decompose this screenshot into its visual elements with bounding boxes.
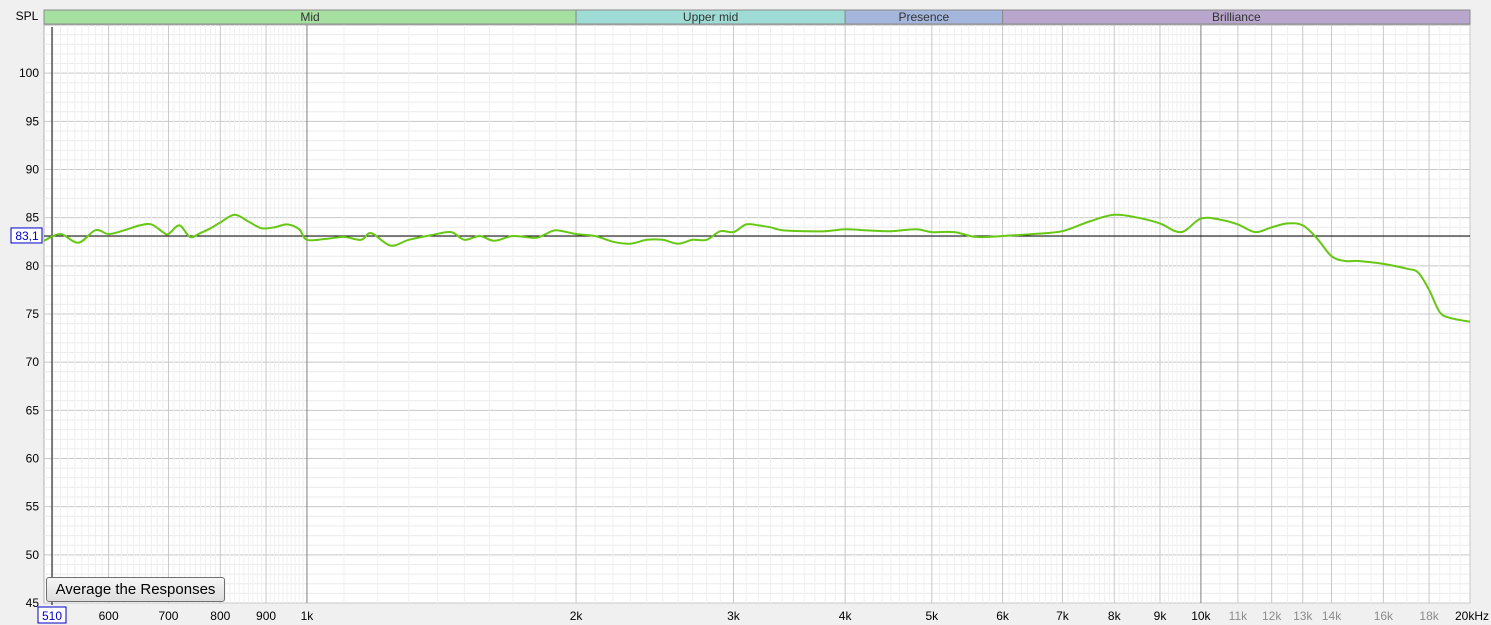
x-tick-label: 10k: [1191, 609, 1211, 623]
y-tick-label: 95: [26, 114, 40, 128]
reference-value-label: 83,1: [15, 229, 39, 243]
x-tick-label: 8k: [1108, 609, 1122, 623]
y-tick-label: 70: [26, 355, 40, 369]
frequency-band-bar: Mid Upper mid Presence Brilliance: [43, 9, 1471, 25]
y-tick-label: 45: [26, 596, 40, 610]
x-tick-label: 900: [256, 609, 276, 623]
x-tick-label: 11k: [1229, 609, 1248, 623]
y-axis-label: SPL: [16, 9, 39, 23]
y-tick-labels: 45 50 55 60 65 70 75 80 85 90 95 100: [19, 66, 39, 610]
y-tick-label: 100: [19, 66, 39, 80]
x-tick-label: 1k: [301, 609, 315, 623]
x-tick-label: 700: [158, 609, 178, 623]
frequency-response-chart: Mid Upper mid Presence Brilliance SPL 45 50 5…: [10, 9, 1489, 624]
x-tick-label: 510: [42, 609, 62, 623]
x-tick-label: 13k: [1293, 609, 1313, 623]
x-tick-label: 2k: [570, 609, 584, 623]
band-label: Mid: [300, 10, 319, 24]
y-tick-label: 85: [26, 211, 40, 225]
x-tick-label: 800: [210, 609, 230, 623]
y-tick-label: 80: [26, 259, 40, 273]
x-tick-label: 20kHz: [1455, 609, 1489, 623]
x-tick-label: 18k: [1419, 609, 1439, 623]
x-tick-label: 6k: [996, 609, 1010, 623]
band-label: Brilliance: [1212, 10, 1261, 24]
x-tick-label: 16k: [1374, 609, 1394, 623]
x-tick-label: 5k: [925, 609, 939, 623]
x-tick-label: 4k: [839, 609, 853, 623]
band-label: Upper mid: [683, 10, 738, 24]
y-tick-label: 60: [26, 452, 40, 466]
y-tick-label: 75: [26, 307, 40, 321]
x-tick-label: 14k: [1322, 609, 1342, 623]
x-tick-label: 3k: [727, 609, 741, 623]
average-responses-button[interactable]: Average the Responses: [46, 577, 225, 602]
x-tick-label: 600: [99, 609, 119, 623]
y-tick-label: 90: [26, 163, 40, 177]
y-tick-label: 55: [26, 500, 40, 514]
x-tick-label: 9k: [1154, 609, 1168, 623]
band-label: Presence: [899, 10, 950, 24]
x-tick-labels: 510 600 700 800 900 1k 2k 3k 4k 5k 6k 7k 8k 9k 10k 11k 1…: [37, 606, 1489, 624]
y-tick-label: 65: [26, 403, 40, 417]
reference-value-marker: 83,1: [10, 227, 43, 244]
x-tick-label: 12k: [1262, 609, 1282, 623]
y-tick-label: 50: [26, 548, 40, 562]
x-tick-label: 7k: [1056, 609, 1070, 623]
